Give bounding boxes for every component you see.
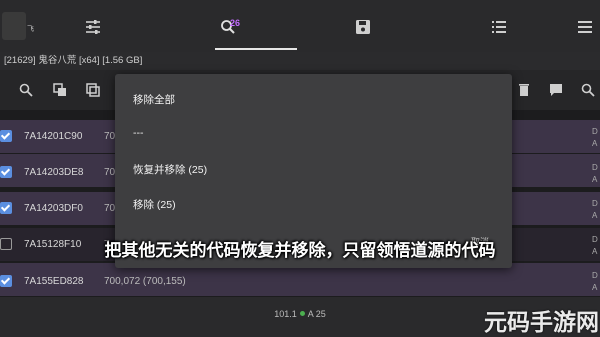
row-value: 700,072 (700,155) <box>104 276 186 287</box>
save-icon[interactable] <box>350 16 376 38</box>
app-name: 飞 <box>27 26 34 33</box>
status-left: 101.1 <box>274 309 297 319</box>
search-results-icon[interactable] <box>578 80 598 100</box>
delete-icon[interactable] <box>514 80 534 100</box>
menu-item-remove[interactable]: 移除 (25) <box>133 197 176 212</box>
copy-icon[interactable] <box>83 80 103 100</box>
row-checkbox[interactable] <box>0 130 12 142</box>
feedback-icon[interactable] <box>546 80 566 100</box>
site-watermark: 元码手游网 <box>484 309 599 335</box>
app-logo-icon[interactable] <box>2 12 26 40</box>
subtitle-caption: 把其他无关的代码恢复并移除，只留领悟道源的代码 <box>104 241 496 260</box>
status-right: A 25 <box>307 309 326 319</box>
results-count-badge: 26 <box>230 18 241 28</box>
search-refine-icon[interactable] <box>16 80 36 100</box>
active-tab-indicator <box>215 48 297 50</box>
menu-item-restore-and-remove[interactable]: 恢复并移除 (25) <box>133 162 207 177</box>
row-type: D A <box>592 127 598 148</box>
row-value: 70 <box>104 203 116 214</box>
process-path-bar: [21629] 鬼谷八荒 [x64] [1.56 GB] <box>0 52 600 70</box>
row-type: D A <box>592 271 598 292</box>
row-address: 7A14203DF0 <box>24 203 83 214</box>
row-type: D A <box>592 199 598 220</box>
settings-sliders-icon[interactable] <box>80 16 106 38</box>
row-value: 70 <box>104 131 116 142</box>
row-address: 7A14201C90 <box>24 131 83 142</box>
row-checkbox[interactable] <box>0 166 12 178</box>
row-address: 7A155ED828 <box>24 276 84 287</box>
row-type: D A <box>592 163 598 184</box>
menu-separator: --- <box>133 127 144 139</box>
row-checkbox[interactable] <box>0 202 12 214</box>
row-value: 70 <box>104 167 116 178</box>
row-checkbox[interactable] <box>0 275 12 287</box>
menu-item-remove-all[interactable]: 移除全部 <box>133 92 175 107</box>
list-icon[interactable] <box>486 16 512 38</box>
menu-icon[interactable] <box>572 16 598 38</box>
row-address: 7A14203DE8 <box>24 167 84 178</box>
status-dot-icon <box>299 311 305 316</box>
select-icon[interactable] <box>50 80 70 100</box>
